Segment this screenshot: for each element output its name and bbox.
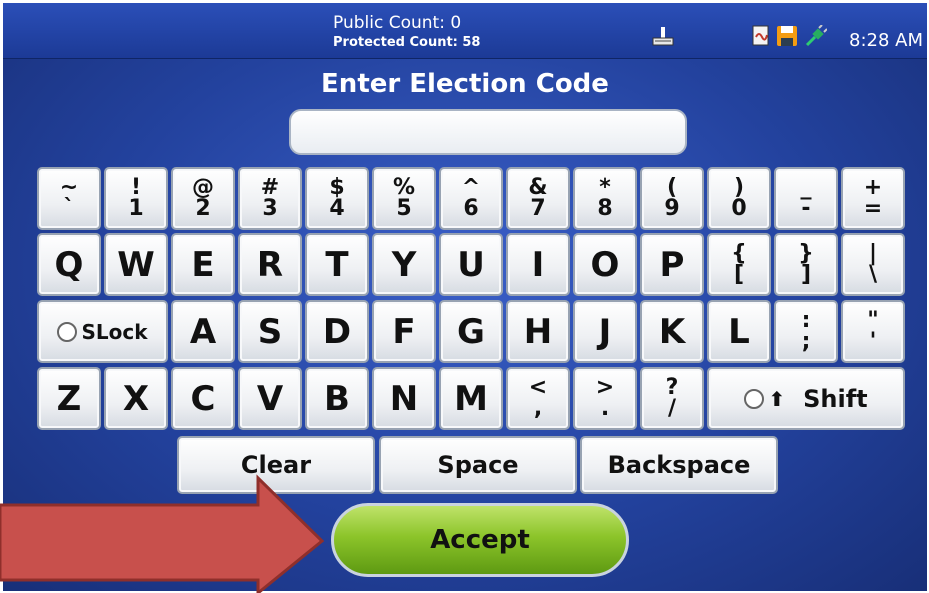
red-arrow-annotation <box>0 474 325 593</box>
